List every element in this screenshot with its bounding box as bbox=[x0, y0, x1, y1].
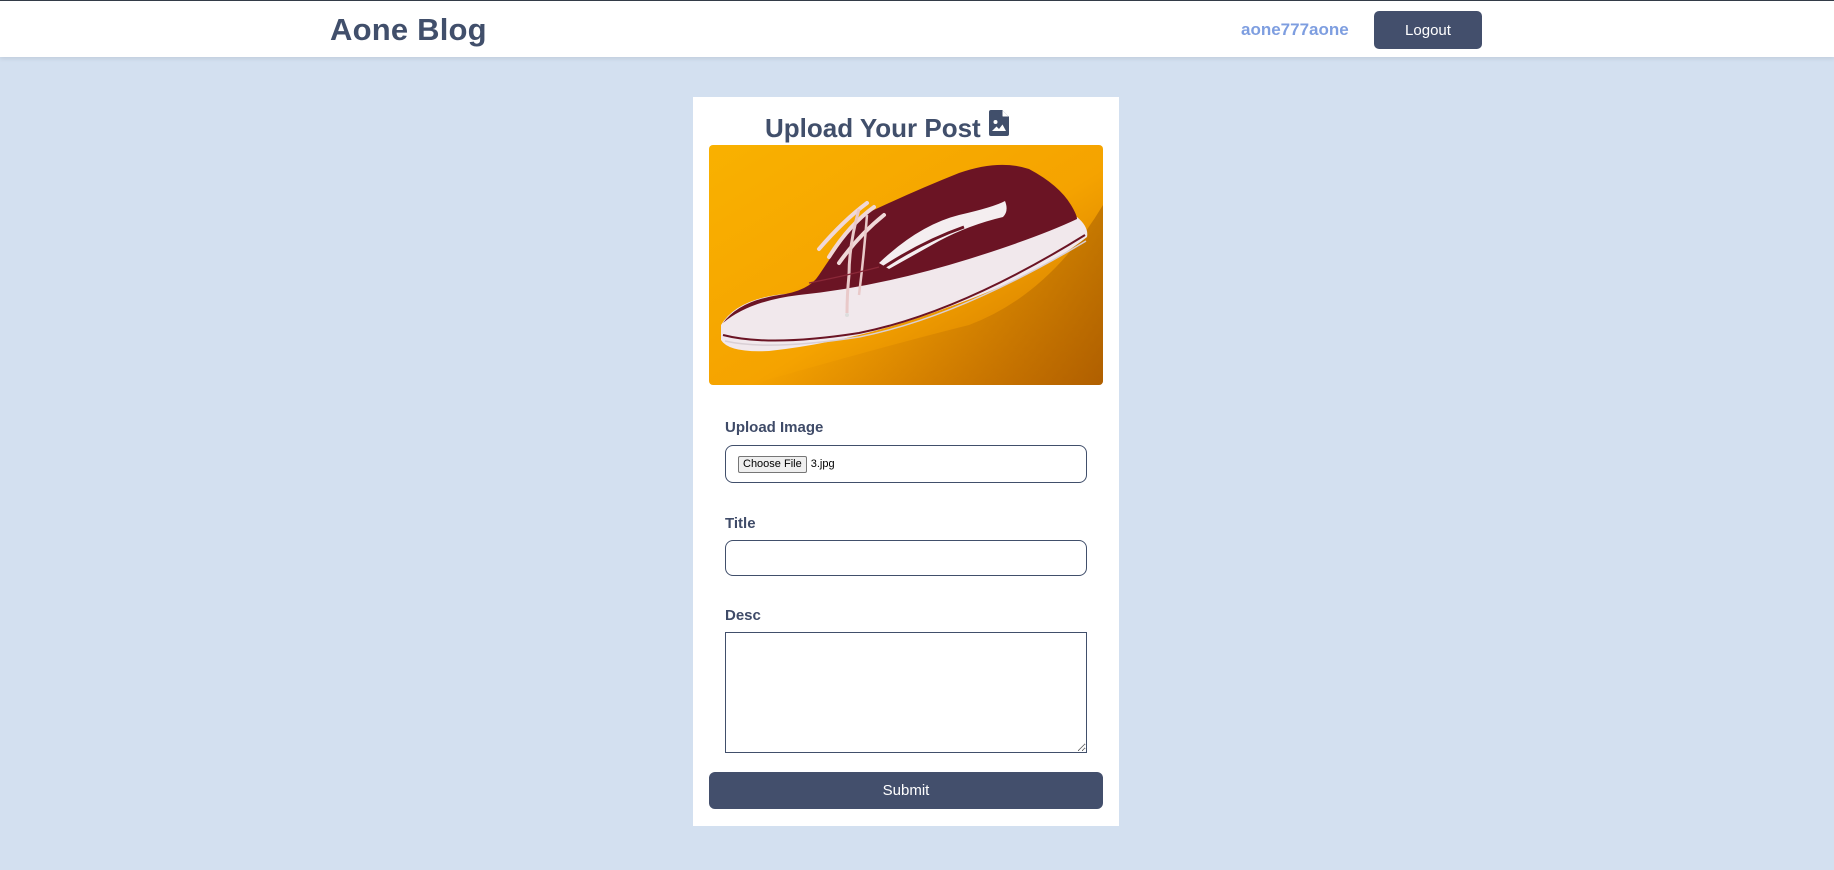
page-title: Upload Your Post bbox=[765, 113, 981, 143]
file-upload-field[interactable]: Choose File 3.jpg bbox=[725, 445, 1087, 483]
shoe-image bbox=[709, 145, 1103, 385]
username-link[interactable]: aone777aone bbox=[1241, 20, 1349, 40]
brand-title[interactable]: Aone Blog bbox=[330, 12, 487, 48]
file-image-icon bbox=[988, 110, 1009, 136]
desc-label: Desc bbox=[725, 607, 761, 624]
desc-textarea[interactable] bbox=[725, 632, 1087, 753]
image-preview bbox=[709, 145, 1103, 385]
upload-image-label: Upload Image bbox=[725, 419, 824, 436]
logout-button[interactable]: Logout bbox=[1374, 11, 1482, 49]
submit-button[interactable]: Submit bbox=[709, 772, 1103, 809]
choose-file-button[interactable]: Choose File bbox=[738, 455, 807, 473]
top-navbar: Aone Blog aone777aone Logout bbox=[0, 0, 1834, 57]
title-input[interactable] bbox=[725, 540, 1087, 576]
card-title: Upload Your Post bbox=[765, 110, 1009, 144]
title-label: Title bbox=[725, 515, 756, 532]
selected-file-name: 3.jpg bbox=[810, 458, 835, 470]
upload-post-card: Upload Your Post Upload Image Choose Fil… bbox=[693, 97, 1119, 826]
